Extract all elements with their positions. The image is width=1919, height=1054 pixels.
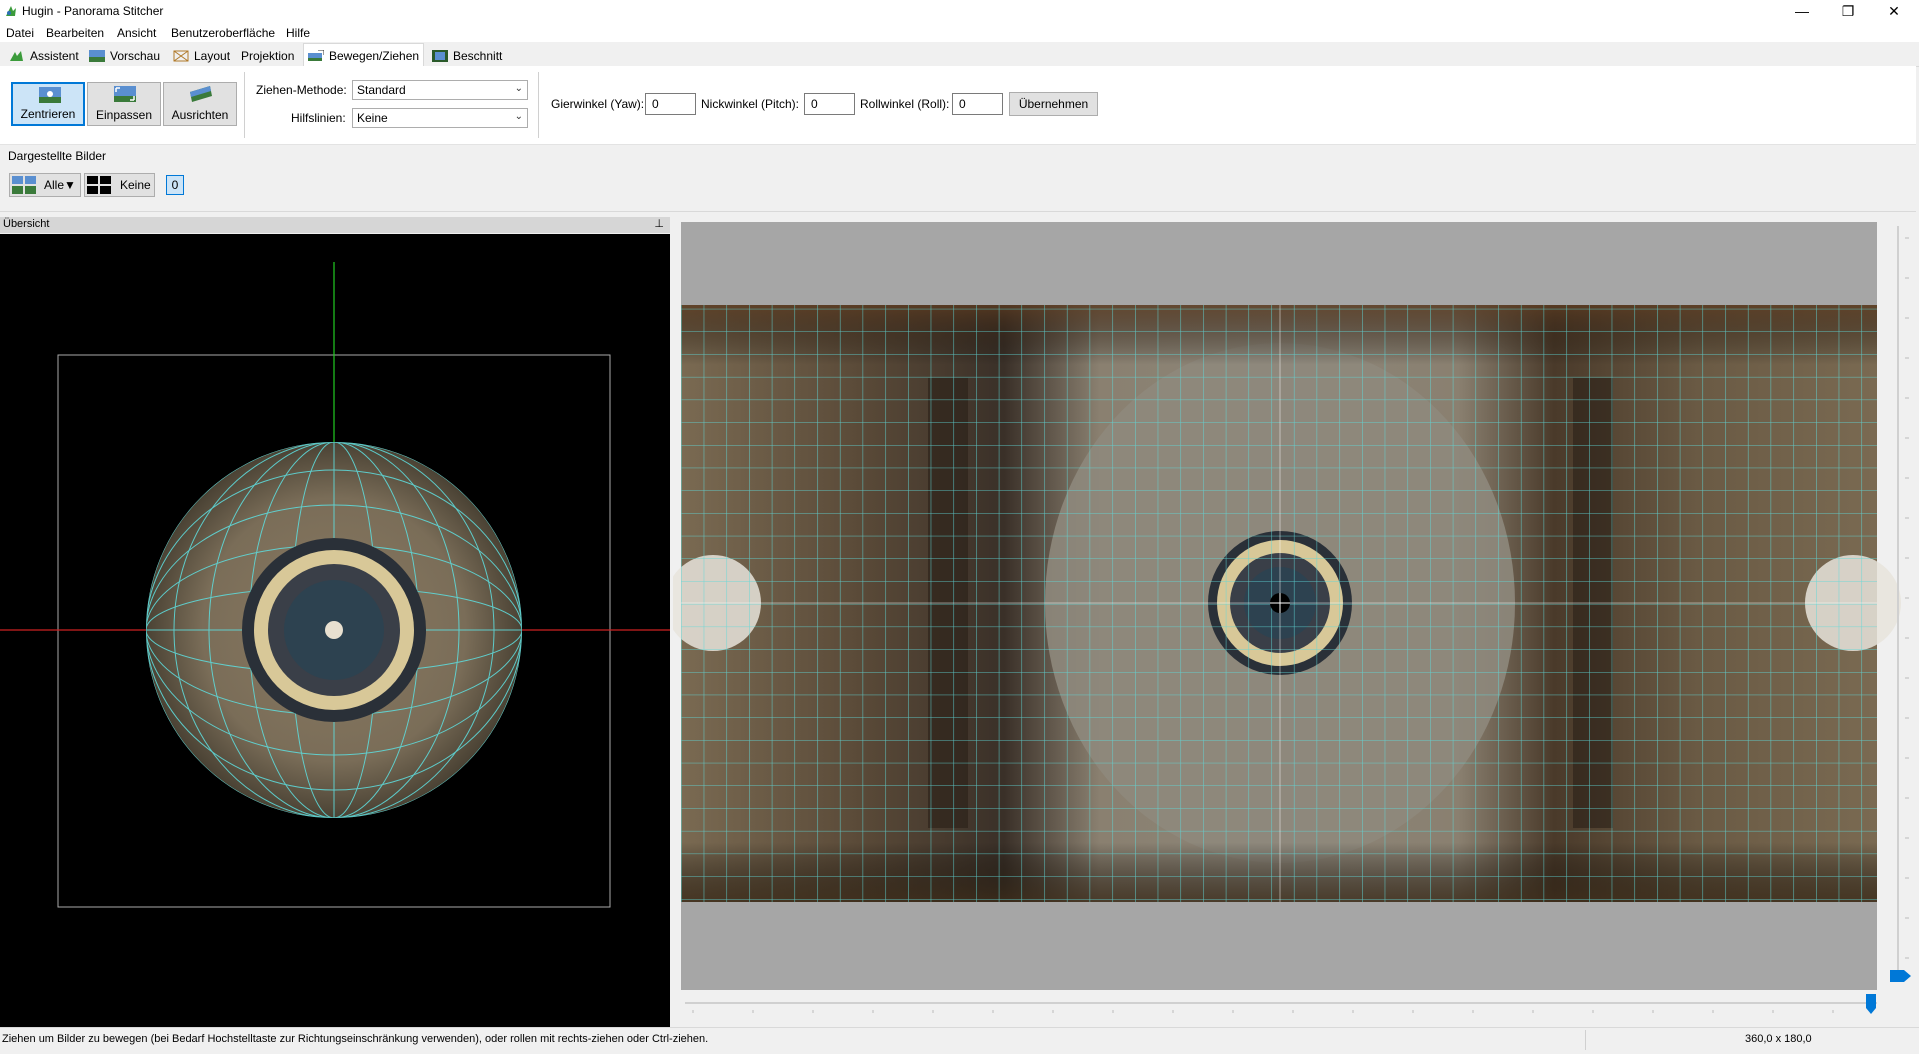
- menu-view[interactable]: Ansicht: [117, 26, 156, 40]
- restore-icon: ❐: [1841, 2, 1855, 19]
- fast-preview-canvas[interactable]: [665, 218, 1919, 1026]
- fit-label: Einpassen: [95, 108, 153, 122]
- overview-header: Übersicht ⊥: [0, 217, 670, 233]
- yaw-input[interactable]: 0: [645, 93, 696, 115]
- tab-label: Assistent: [30, 49, 79, 63]
- drag-method-label: Ziehen-Methode:: [256, 83, 347, 97]
- overview-sphere-view: [0, 262, 670, 908]
- hugin-app-icon: [6, 6, 16, 16]
- fov-readout: 360,0 x 180,0: [1745, 1033, 1812, 1045]
- tab-assistant[interactable]: Assistent: [4, 46, 84, 66]
- layout-icon: [173, 50, 189, 62]
- minimize-button[interactable]: —: [1779, 0, 1825, 22]
- tab-label: Beschnitt: [453, 49, 503, 63]
- show-all-label: Alle▼: [44, 178, 76, 192]
- center-icon: [39, 87, 61, 103]
- tab-crop[interactable]: Beschnitt: [427, 46, 507, 66]
- tab-layout[interactable]: Layout: [168, 46, 235, 66]
- yaw-label: Gierwinkel (Yaw):: [551, 97, 645, 111]
- move-drag-toolbar: Zentrieren Einpassen Ausrichten Ziehen-M…: [0, 66, 1916, 145]
- move-drag-icon: [308, 49, 325, 62]
- chevron-down-icon: ⌄: [514, 83, 523, 94]
- straighten-button[interactable]: Ausrichten: [163, 82, 237, 126]
- fast-preview-panel: [665, 218, 1919, 1026]
- fit-button[interactable]: Einpassen: [87, 82, 161, 126]
- status-message: Ziehen um Bilder zu bewegen (bei Bedarf …: [2, 1033, 709, 1045]
- ceiling-dome-ring: [242, 538, 426, 722]
- overview-canvas[interactable]: [0, 234, 670, 1027]
- menu-edit[interactable]: Bearbeiten: [46, 26, 104, 40]
- pitch-input[interactable]: 0: [804, 93, 855, 115]
- images-none-icon: [87, 176, 111, 194]
- displayed-images-section: Dargestellte Bilder Alle▼ Keine 0: [0, 145, 1916, 212]
- roll-input[interactable]: 0: [952, 93, 1003, 115]
- show-none-label: Keine: [120, 178, 151, 192]
- tab-label: Projektion: [241, 49, 295, 63]
- status-divider: [1585, 1030, 1586, 1050]
- minimize-icon: —: [1795, 3, 1809, 19]
- drag-method-select[interactable]: Standard ⌄: [352, 80, 528, 100]
- apply-button[interactable]: Übernehmen: [1009, 92, 1098, 116]
- menu-interface[interactable]: Benutzeroberfläche: [171, 26, 275, 40]
- straighten-icon: [190, 86, 212, 102]
- image-0-toggle[interactable]: 0: [166, 175, 184, 195]
- pitch-label: Nickwinkel (Pitch):: [701, 97, 800, 111]
- tab-bar: Assistent Vorschau Layout Projektion Bew…: [0, 42, 1919, 67]
- guides-label: Hilfslinien:: [291, 111, 346, 125]
- chevron-down-icon: ⌄: [514, 111, 523, 122]
- maximize-button[interactable]: ❐: [1825, 0, 1871, 22]
- center-button[interactable]: Zentrieren: [11, 82, 85, 126]
- close-icon: ✕: [1888, 2, 1900, 19]
- horizontal-fov-slider[interactable]: [685, 994, 1877, 1014]
- panorama-sphere[interactable]: [146, 442, 522, 818]
- images-all-icon: [12, 176, 36, 194]
- vertical-slider-thumb[interactable]: [1890, 970, 1911, 982]
- toolbar-divider: [538, 72, 539, 138]
- toolbar-divider: [244, 72, 245, 138]
- menu-help[interactable]: Hilfe: [286, 26, 310, 40]
- show-none-button[interactable]: Keine: [84, 173, 155, 197]
- tab-label: Bewegen/Ziehen: [329, 48, 420, 63]
- guides-select[interactable]: Keine ⌄: [352, 108, 528, 128]
- displayed-images-heading: Dargestellte Bilder: [8, 149, 107, 163]
- guides-value: Keine: [357, 111, 388, 125]
- preview-icon: [89, 50, 105, 62]
- title-bar: Hugin - Panorama Stitcher — ❐ ✕: [0, 0, 1919, 22]
- tab-label: Vorschau: [110, 49, 161, 63]
- overview-title: Übersicht: [3, 218, 50, 230]
- straighten-label: Ausrichten: [171, 108, 229, 122]
- menu-bar: Datei Bearbeiten Ansicht Benutzeroberflä…: [0, 22, 1919, 42]
- crop-icon: [432, 50, 448, 62]
- window-title: Hugin - Panorama Stitcher: [22, 4, 164, 18]
- horizontal-slider-thumb[interactable]: [1866, 994, 1876, 1014]
- tab-move-drag[interactable]: Bewegen/Ziehen: [303, 43, 425, 67]
- show-all-button[interactable]: Alle▼: [9, 173, 81, 197]
- menu-file[interactable]: Datei: [6, 26, 34, 40]
- panorama-image[interactable]: [665, 305, 1901, 902]
- center-label: Zentrieren: [20, 107, 76, 121]
- roll-label: Rollwinkel (Roll):: [860, 97, 950, 111]
- tab-label: Layout: [194, 49, 231, 63]
- assistant-icon: [9, 50, 25, 62]
- pin-icon[interactable]: ⊥: [654, 217, 664, 230]
- fit-icon: [114, 86, 136, 102]
- tab-projection[interactable]: Projektion: [236, 46, 299, 66]
- tab-preview[interactable]: Vorschau: [84, 46, 165, 66]
- status-bar: Ziehen um Bilder zu bewegen (bei Bedarf …: [0, 1027, 1919, 1054]
- drag-method-value: Standard: [357, 83, 406, 97]
- close-button[interactable]: ✕: [1871, 0, 1917, 22]
